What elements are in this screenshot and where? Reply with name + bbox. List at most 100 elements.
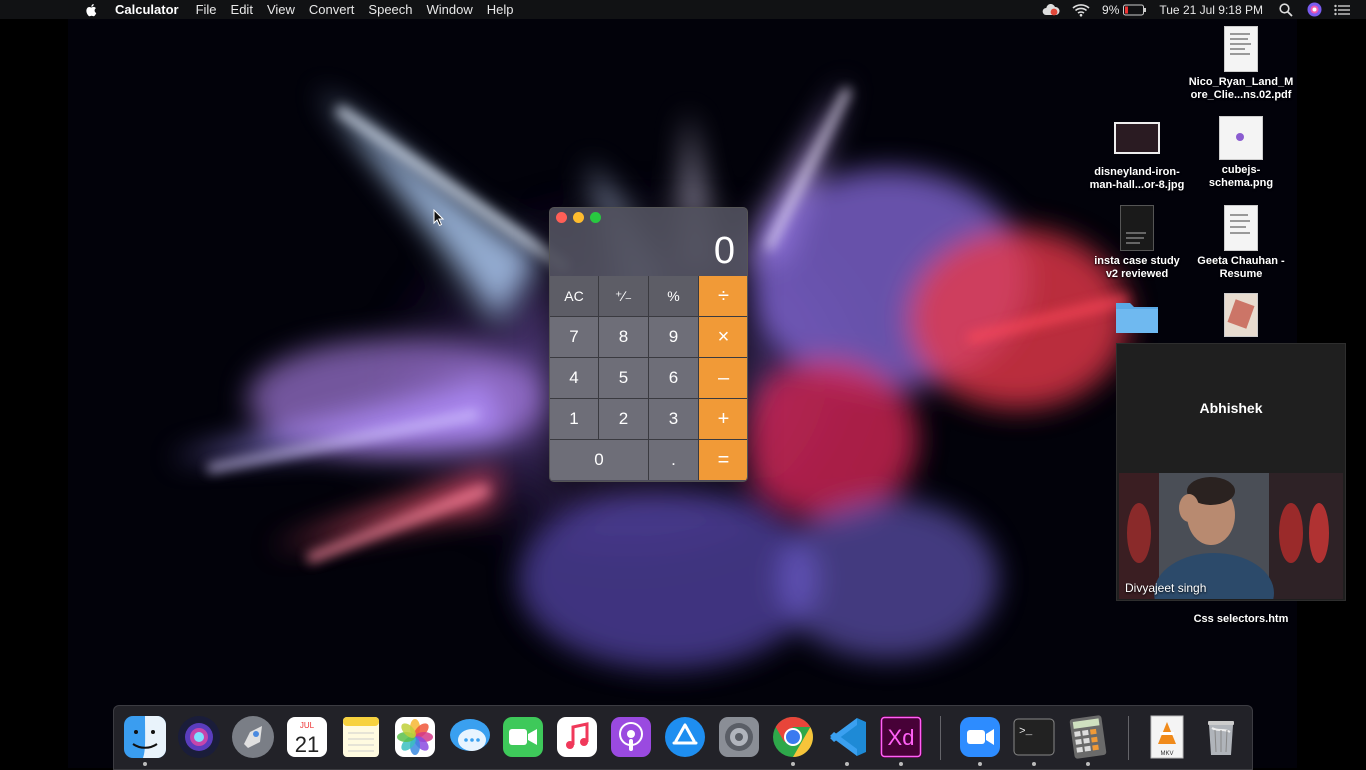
siri-icon — [178, 716, 220, 758]
calculator-keypad: AC ⁺∕₋ % ÷ 7 8 9 × 4 5 6 – 1 2 3 + 0 . = — [550, 276, 747, 480]
calculator-titlebar[interactable] — [550, 208, 747, 226]
video-call-panel[interactable]: Abhishek Divyajeet singh — [1116, 343, 1346, 601]
photos-icon — [395, 717, 435, 757]
map-file-icon — [1224, 293, 1258, 337]
decimal-key[interactable]: . — [649, 440, 698, 480]
menu-edit[interactable]: Edit — [231, 2, 253, 17]
dock-finder[interactable] — [122, 714, 168, 766]
digit-9-key[interactable]: 9 — [649, 317, 698, 357]
creative-cloud-icon[interactable] — [1042, 3, 1060, 17]
dock-mkv-file[interactable]: MKV — [1144, 714, 1190, 760]
multiply-key[interactable]: × — [699, 317, 747, 357]
digit-2-key[interactable]: 2 — [599, 399, 648, 439]
desktop-folder[interactable] — [1082, 299, 1192, 335]
document-file-icon — [1120, 205, 1154, 251]
dock-vscode[interactable] — [824, 714, 870, 766]
document-file-icon — [1224, 205, 1258, 251]
desktop-file-disneyland-jpg[interactable]: disneyland-iron- man-hall...or-8.jpg — [1082, 122, 1192, 192]
running-indicator — [791, 762, 795, 766]
desktop-file-geeta-resume[interactable]: Geeta Chauhan - Resume — [1186, 205, 1296, 281]
system-preferences-icon — [719, 717, 759, 757]
participant-video[interactable]: Divyajeet singh — [1119, 473, 1343, 599]
menu-speech[interactable]: Speech — [368, 2, 412, 17]
messages-icon — [450, 719, 490, 751]
calculator-icon — [1069, 715, 1107, 759]
dock-photos[interactable] — [392, 714, 438, 760]
dock-messages[interactable] — [446, 714, 492, 760]
digit-4-key[interactable]: 4 — [550, 358, 598, 398]
running-indicator — [143, 762, 147, 766]
equals-key[interactable]: = — [699, 440, 747, 480]
folder-icon — [1116, 303, 1158, 333]
dock-terminal[interactable]: >_ — [1011, 714, 1057, 766]
dock-trash[interactable] — [1198, 714, 1244, 760]
dock-zoom[interactable] — [957, 714, 1003, 766]
desktop-file-label: Css selectors.htm — [1193, 613, 1289, 625]
launchpad-icon — [232, 716, 274, 758]
spotlight-search-icon[interactable] — [1279, 2, 1293, 17]
add-key[interactable]: + — [699, 399, 747, 439]
desktop-file-nico-pdf[interactable]: Nico_Ryan_Land_M ore_Clie...ns.02.pdf — [1186, 26, 1296, 102]
sign-toggle-key[interactable]: ⁺∕₋ — [599, 276, 648, 316]
close-window-button[interactable] — [556, 212, 567, 223]
dock-facetime[interactable] — [500, 714, 546, 760]
dock-siri[interactable] — [176, 714, 222, 760]
clock[interactable]: Tue 21 Jul 9:18 PM — [1159, 3, 1263, 17]
vlc-mkv-icon: MKV — [1150, 715, 1184, 759]
trash-icon — [1208, 721, 1234, 755]
participant-name: Divyajeet singh — [1125, 581, 1207, 595]
apple-logo-icon[interactable] — [85, 3, 99, 17]
desktop-file-label: Nico_Ryan_Land_M ore_Clie...ns.02.pdf — [1188, 76, 1294, 101]
digit-1-key[interactable]: 1 — [550, 399, 598, 439]
finder-icon — [124, 716, 166, 758]
dock-chrome[interactable] — [770, 714, 816, 766]
desktop-file-label: cubejs- schema.png — [1208, 164, 1274, 189]
chrome-icon — [773, 717, 813, 757]
running-indicator — [978, 762, 982, 766]
music-icon — [557, 717, 597, 757]
dock-system-preferences[interactable] — [716, 714, 762, 760]
zoom-window-button[interactable] — [590, 212, 601, 223]
dock-notes[interactable] — [338, 714, 384, 760]
notes-icon — [343, 717, 379, 757]
desktop-file-cubejs-png[interactable]: cubejs- schema.png — [1186, 116, 1296, 190]
xd-logo-text: Xd — [888, 725, 915, 750]
siri-menu-icon[interactable] — [1307, 2, 1322, 17]
percent-key[interactable]: % — [649, 276, 698, 316]
dock-calculator[interactable] — [1065, 714, 1111, 766]
dock-music[interactable] — [554, 714, 600, 760]
menu-convert[interactable]: Convert — [309, 2, 355, 17]
menu-help[interactable]: Help — [487, 2, 514, 17]
digit-7-key[interactable]: 7 — [550, 317, 598, 357]
calendar-day: 21 — [295, 732, 319, 757]
divide-key[interactable]: ÷ — [699, 276, 747, 316]
battery-icon[interactable] — [1123, 4, 1147, 16]
zoom-icon — [960, 717, 1000, 757]
wifi-icon[interactable] — [1072, 3, 1090, 17]
menu-window[interactable]: Window — [427, 2, 473, 17]
desktop-file-insta-case-study[interactable]: insta case study v2 reviewed — [1082, 205, 1192, 281]
menu-view[interactable]: View — [267, 2, 295, 17]
dock-adobe-xd[interactable]: Xd — [878, 714, 924, 766]
digit-8-key[interactable]: 8 — [599, 317, 648, 357]
dock-app-store[interactable] — [662, 714, 708, 760]
subtract-key[interactable]: – — [699, 358, 747, 398]
menu-app-name[interactable]: Calculator — [115, 2, 179, 17]
dock-calendar[interactable]: JUL 21 — [284, 714, 330, 760]
desktop-file-map[interactable] — [1186, 293, 1296, 337]
menu-file[interactable]: File — [196, 2, 217, 17]
calculator-display: 0 — [713, 230, 735, 272]
digit-3-key[interactable]: 3 — [649, 399, 698, 439]
notification-center-icon[interactable] — [1334, 4, 1350, 16]
vscode-icon — [830, 718, 866, 756]
minimize-window-button[interactable] — [573, 212, 584, 223]
digit-5-key[interactable]: 5 — [599, 358, 648, 398]
dock-launchpad[interactable] — [230, 714, 276, 760]
digit-0-key[interactable]: 0 — [550, 440, 648, 480]
running-indicator — [1086, 762, 1090, 766]
digit-6-key[interactable]: 6 — [649, 358, 698, 398]
dock-podcasts[interactable] — [608, 714, 654, 760]
desktop-file-label: insta case study v2 reviewed — [1094, 255, 1180, 280]
clear-key[interactable]: AC — [550, 276, 598, 316]
mkv-label: MKV — [1160, 751, 1173, 757]
